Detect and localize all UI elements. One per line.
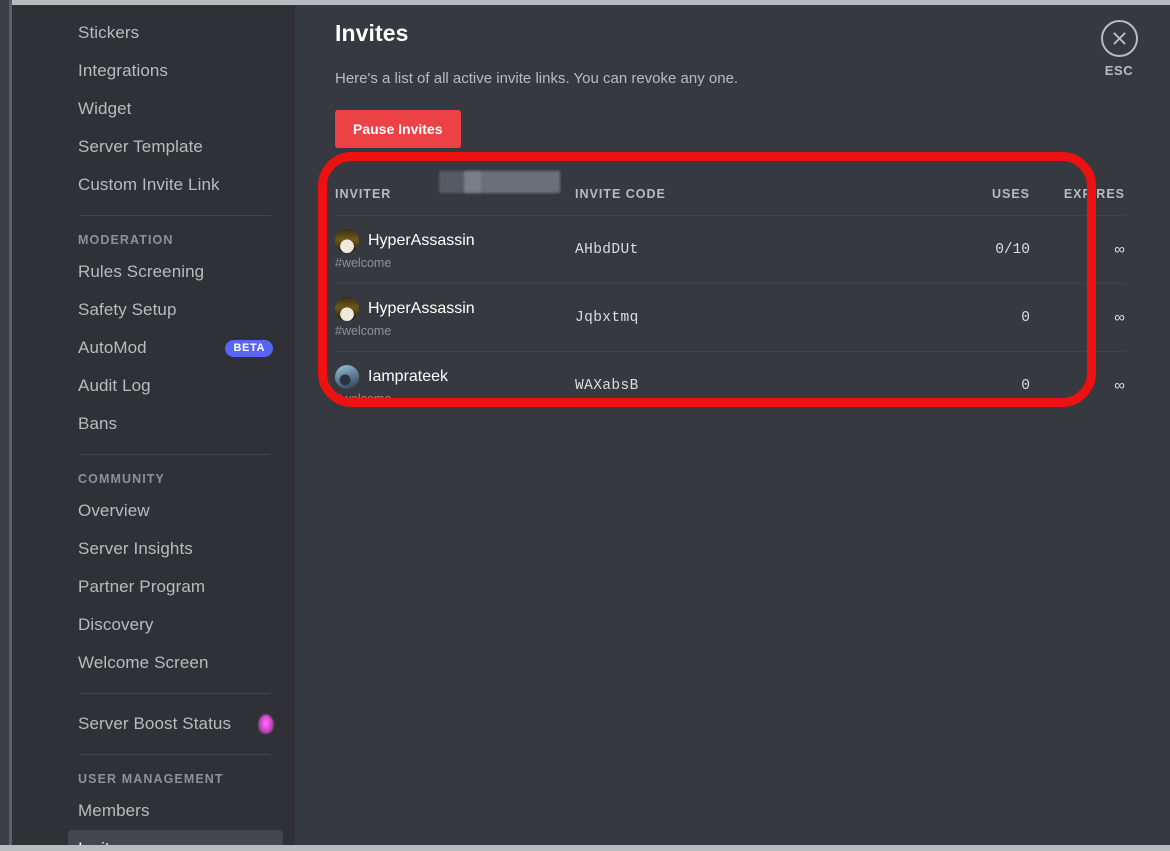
sidebar-item-label: Bans <box>78 414 118 433</box>
invite-expires-value: ∞ <box>1114 309 1125 326</box>
sidebar-item-label: Overview <box>78 501 150 520</box>
sidebar-item-label: Server Boost Status <box>78 714 232 733</box>
sidebar-section-user-management: USER MANAGEMENT <box>78 772 224 786</box>
invites-panel: Invites Here's a list of all active invi… <box>295 5 1170 845</box>
sidebar-item-integrations[interactable]: Integrations <box>68 52 283 90</box>
page-description: Here's a list of all active invite links… <box>335 70 739 87</box>
inviter-cell: Iamprateek #welcome <box>335 171 575 406</box>
sidebar-item-label: Safety Setup <box>78 300 177 319</box>
sidebar-item-discovery[interactable]: Discovery <box>68 606 283 644</box>
sidebar-item-bans[interactable]: Bans <box>68 405 283 443</box>
sidebar-item-label: Server Insights <box>78 539 193 558</box>
invite-code-value: Jqbxtmq <box>575 309 639 326</box>
sidebar-item-invites[interactable]: Invites <box>68 830 283 845</box>
sidebar-item-label: Widget <box>78 99 132 118</box>
sidebar-item-server-boost-status[interactable]: Server Boost Status <box>68 705 283 743</box>
hyperassassin-avatar <box>335 229 359 253</box>
invites-table: INVITER INVITE CODE USES EXPIRES HyperAs… <box>335 171 1125 419</box>
sidebar-item-label: Partner Program <box>78 577 206 596</box>
column-header-uses: USES <box>991 187 1030 201</box>
close-settings-button[interactable]: ESC <box>1088 20 1150 78</box>
sidebar-item-label: Audit Log <box>78 376 151 395</box>
pause-invites-button[interactable]: Pause Invites <box>335 110 461 148</box>
sidebar-divider <box>80 454 271 455</box>
sidebar-divider <box>80 215 271 216</box>
invite-expires-value: ∞ <box>1114 377 1125 394</box>
esc-label: ESC <box>1104 63 1134 78</box>
discord-server-settings-window: Stickers Integrations Widget Server Temp… <box>0 0 1170 851</box>
boost-gem-icon <box>259 715 273 733</box>
beta-badge: BETA <box>225 339 273 357</box>
sidebar-item-automod[interactable]: AutoMod BETA <box>68 329 283 367</box>
sidebar-item-label: Integrations <box>78 61 169 80</box>
sidebar-item-widget[interactable]: Widget <box>68 90 283 128</box>
iamprateek-avatar <box>335 365 359 389</box>
settings-sidebar[interactable]: Stickers Integrations Widget Server Temp… <box>12 5 295 845</box>
sidebar-item-members[interactable]: Members <box>68 792 283 830</box>
inviter-channel: #welcome <box>335 256 392 270</box>
sidebar-divider <box>80 754 271 755</box>
invite-uses-value: 0 <box>1021 377 1030 394</box>
inviter-name: Iamprateek <box>368 368 449 385</box>
table-row[interactable]: HyperAssassin #welcome Jqbxtmq 0 ∞ <box>335 171 1125 351</box>
inviter-name: HyperAssassin <box>368 300 475 317</box>
inviter-channel: #welcome <box>335 324 392 338</box>
inviter-name: HyperAssassin <box>368 232 475 249</box>
sidebar-item-label: Server Template <box>78 137 203 156</box>
sidebar-item-server-insights[interactable]: Server Insights <box>68 530 283 568</box>
table-row[interactable]: Iamprateek #welcome WAXabsB 0 ∞ <box>335 171 1125 419</box>
invite-expires-value: ∞ <box>1114 241 1125 258</box>
sidebar-section-community: COMMUNITY <box>78 472 165 486</box>
sidebar-item-rules-screening[interactable]: Rules Screening <box>68 253 283 291</box>
close-x-icon <box>1100 20 1138 57</box>
sidebar-item-label: Stickers <box>78 23 140 42</box>
sidebar-item-partner-program[interactable]: Partner Program <box>68 568 283 606</box>
page-title: Invites <box>335 20 409 46</box>
sidebar-item-label: Invites <box>78 839 273 845</box>
sidebar-item-overview[interactable]: Overview <box>68 492 283 530</box>
sidebar-item-label: Welcome Screen <box>78 653 209 672</box>
sidebar-item-label: Discovery <box>78 615 154 634</box>
invite-uses-value: 0/10 <box>995 241 1030 258</box>
inviter-cell: HyperAssassin #welcome <box>335 171 575 270</box>
sidebar-item-audit-log[interactable]: Audit Log <box>68 367 283 405</box>
hyperassassin-avatar <box>335 297 359 321</box>
sidebar-item-label: AutoMod <box>78 338 147 357</box>
sidebar-item-label: Custom Invite Link <box>78 175 220 194</box>
invite-uses-value: 0 <box>1021 309 1030 326</box>
sidebar-divider <box>80 693 271 694</box>
sidebar-item-safety-setup[interactable]: Safety Setup <box>68 291 283 329</box>
inviter-cell: HyperAssassin #welcome <box>335 171 575 338</box>
sidebar-item-stickers[interactable]: Stickers <box>68 14 283 52</box>
redaction-overlay <box>439 171 481 193</box>
column-header-invite-code: INVITE CODE <box>575 187 666 201</box>
column-header-expires: EXPIRES <box>1063 187 1125 201</box>
window-bottom-border <box>0 845 1170 851</box>
sidebar-item-label: Rules Screening <box>78 262 205 281</box>
sidebar-item-custom-invite-link[interactable]: Custom Invite Link <box>68 166 283 204</box>
invite-code-value: AHbdDUt <box>575 241 639 258</box>
window-left-strip <box>0 0 9 851</box>
sidebar-item-welcome-screen[interactable]: Welcome Screen <box>68 644 283 682</box>
sidebar-section-moderation: MODERATION <box>78 233 174 247</box>
sidebar-item-server-template[interactable]: Server Template <box>68 128 283 166</box>
table-row[interactable]: HyperAssassin #welcome AHbdDUt 0/10 ∞ <box>335 171 1125 283</box>
invite-code-value: WAXabsB <box>575 377 639 394</box>
inviter-channel: #welcome <box>335 392 392 406</box>
sidebar-item-label: Members <box>78 801 150 820</box>
